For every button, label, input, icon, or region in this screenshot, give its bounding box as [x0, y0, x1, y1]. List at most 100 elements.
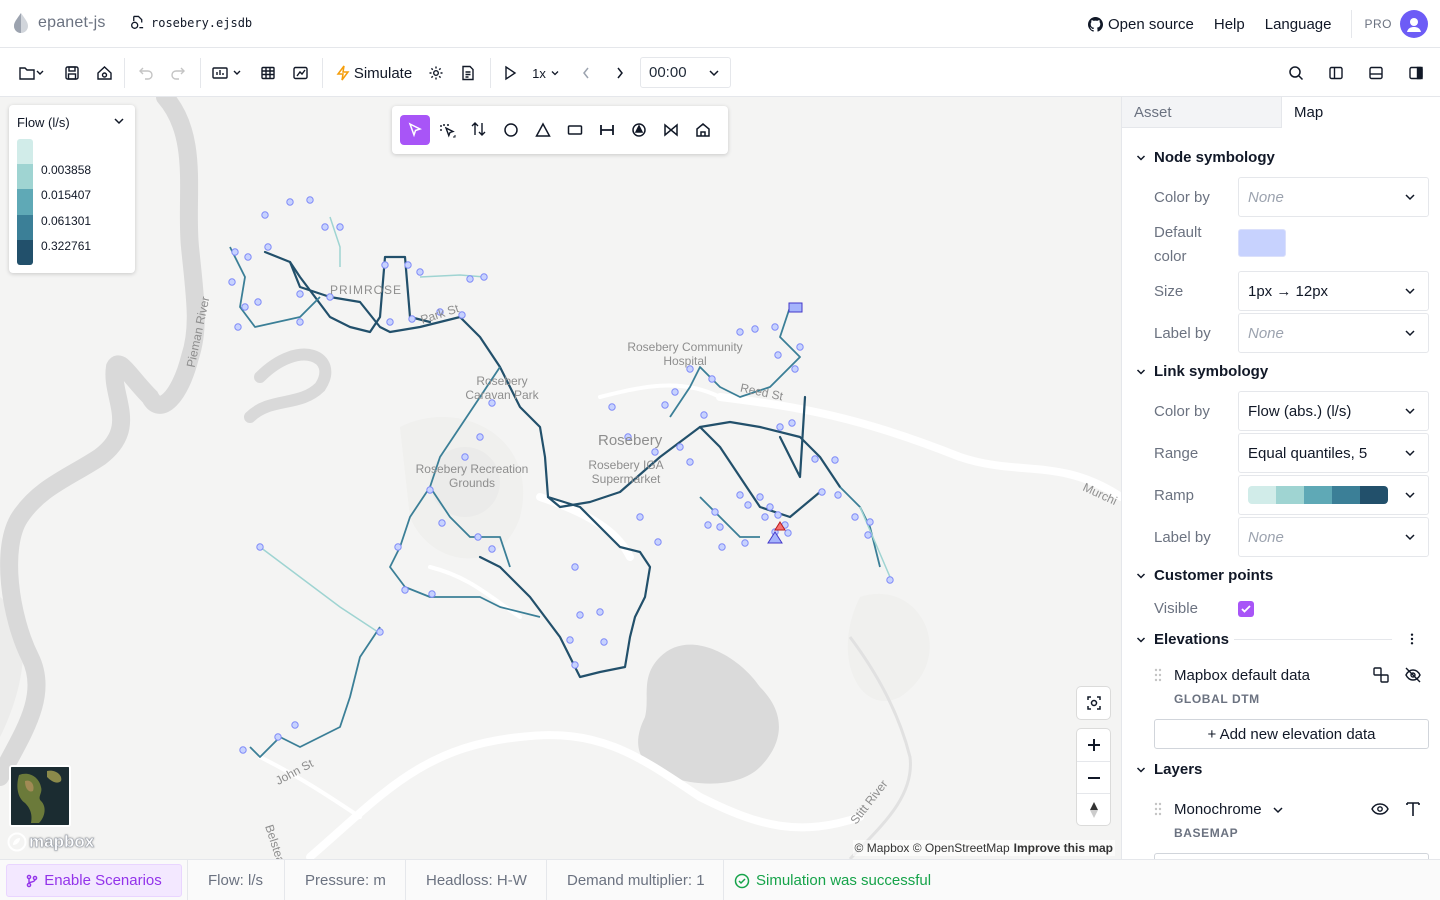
- node-label-by-select[interactable]: None: [1238, 313, 1429, 353]
- basemap-visibility-button[interactable]: [1370, 800, 1390, 821]
- simulate-button[interactable]: Simulate: [334, 60, 414, 86]
- customer-points-visible-label: Visible: [1154, 600, 1198, 617]
- legend-title: Flow (l/s): [17, 115, 70, 130]
- table-button[interactable]: [258, 60, 278, 86]
- mapbox-logo[interactable]: mapbox: [7, 832, 94, 852]
- node-size-select[interactable]: 1px → 12px: [1238, 271, 1429, 311]
- zoom-in-button[interactable]: [1077, 729, 1110, 761]
- legend-value: 0.015407: [41, 188, 92, 202]
- ramp-step: [1248, 486, 1276, 504]
- drag-handle-icon[interactable]: [1154, 668, 1162, 682]
- demand-multiplier-button[interactable]: Demand multiplier: 1: [546, 860, 723, 900]
- map-label-hospital: Rosebery Community Hospital: [627, 340, 743, 368]
- zoom-controls: [1077, 729, 1110, 825]
- link-symbology-header[interactable]: Link symbology: [1136, 363, 1268, 380]
- elevations-more-button[interactable]: [1408, 631, 1416, 647]
- chevron-down-icon: [1405, 330, 1415, 337]
- chevron-down-icon: [1405, 492, 1415, 499]
- drag-handle-icon[interactable]: [1154, 802, 1162, 816]
- open-source-link[interactable]: Open source: [1087, 16, 1194, 33]
- customer-points-visible-checkbox[interactable]: [1238, 601, 1254, 617]
- previous-step-button[interactable]: [576, 60, 596, 86]
- ramp-step: [1360, 486, 1388, 504]
- link-range-select[interactable]: Equal quantiles, 5: [1238, 433, 1429, 473]
- elevations-header[interactable]: Elevations: [1136, 631, 1229, 648]
- lightning-icon: [336, 65, 350, 81]
- select-tool[interactable]: [400, 115, 430, 145]
- redo-button[interactable]: [168, 60, 188, 86]
- basemap-labels-button[interactable]: [1405, 800, 1421, 821]
- search-button[interactable]: [1286, 60, 1306, 86]
- triangle-icon: [535, 122, 551, 137]
- elevation-disable-button[interactable]: [1404, 666, 1422, 687]
- pressure-units-button[interactable]: Pressure: m: [284, 860, 405, 900]
- import-button[interactable]: [210, 60, 244, 86]
- split-tool[interactable]: [464, 115, 494, 145]
- customer-point-tool[interactable]: [688, 115, 718, 145]
- geolocate-control[interactable]: [1077, 687, 1110, 719]
- mapbox-icon: [7, 832, 27, 852]
- right-panel-toggle[interactable]: [1406, 60, 1426, 86]
- layers-header[interactable]: Layers: [1136, 761, 1202, 778]
- enable-scenarios-button[interactable]: Enable Scenarios: [6, 864, 182, 897]
- speed-select[interactable]: 1x: [530, 60, 562, 86]
- valve-tool[interactable]: [656, 115, 686, 145]
- headloss-button[interactable]: Headloss: H-W: [405, 860, 546, 900]
- flow-units-button[interactable]: Flow: l/s: [187, 860, 284, 900]
- focus-button[interactable]: [1077, 687, 1110, 719]
- basemap-title: Monochrome: [1174, 801, 1262, 818]
- satellite-toggle[interactable]: [9, 765, 71, 827]
- reservoir-tool[interactable]: [528, 115, 558, 145]
- chevron-down-icon: [1136, 368, 1146, 375]
- eye-icon: [1371, 803, 1389, 815]
- report-button[interactable]: [458, 60, 478, 86]
- pro-badge: PRO: [1351, 10, 1392, 38]
- map-canvas[interactable]: PRIMROSE Park St Rosebery Community Hosp…: [0, 97, 1121, 859]
- link-ramp-select[interactable]: [1238, 475, 1429, 515]
- simulation-status[interactable]: Simulation was successful: [723, 860, 1023, 900]
- compass-button[interactable]: [1077, 793, 1110, 825]
- plus-icon: [1087, 739, 1100, 751]
- junction-tool[interactable]: [496, 115, 526, 145]
- link-label-by-select[interactable]: None: [1238, 517, 1429, 557]
- node-symbology-header[interactable]: Node symbology: [1136, 149, 1275, 166]
- add-elevation-data-button[interactable]: + Add new elevation data: [1154, 719, 1429, 749]
- simulation-settings-button[interactable]: [426, 60, 446, 86]
- next-step-button[interactable]: [610, 60, 630, 86]
- pump-tool[interactable]: [624, 115, 654, 145]
- legend-value: 0.061301: [41, 214, 92, 228]
- tab-asset[interactable]: Asset: [1122, 97, 1282, 128]
- time-select[interactable]: 00:00: [640, 57, 731, 88]
- tank-tool[interactable]: [560, 115, 590, 145]
- basemap-select[interactable]: Monochrome: [1174, 801, 1284, 818]
- language-menu[interactable]: Language: [1265, 16, 1332, 33]
- file-name[interactable]: rosebery.ejsdb: [130, 15, 252, 30]
- link-color-by-select[interactable]: Flow (abs.) (l/s): [1238, 391, 1429, 431]
- elevation-swap-button[interactable]: [1372, 666, 1390, 687]
- flow-legend[interactable]: Flow (l/s) 0.003858 0.015407 0.061301 0.…: [9, 105, 135, 273]
- play-button[interactable]: [500, 60, 520, 86]
- pipe-tool[interactable]: [592, 115, 622, 145]
- help-link[interactable]: Help: [1214, 16, 1245, 33]
- save-button[interactable]: [62, 60, 82, 86]
- bottom-panel-toggle[interactable]: [1366, 60, 1386, 86]
- save-cloud-button[interactable]: [94, 60, 114, 86]
- customer-points-header[interactable]: Customer points: [1136, 567, 1273, 584]
- chevron-down-icon: [1136, 154, 1146, 161]
- node-default-color-swatch[interactable]: [1238, 229, 1286, 257]
- left-panel-toggle[interactable]: [1326, 60, 1346, 86]
- user-avatar[interactable]: [1400, 10, 1428, 38]
- lasso-select-tool[interactable]: [432, 115, 462, 145]
- gear-icon: [429, 66, 443, 80]
- node-size-label: Size: [1154, 283, 1184, 300]
- app-logo[interactable]: epanet-js: [12, 12, 106, 34]
- tab-map[interactable]: Map: [1282, 97, 1440, 128]
- compare-button[interactable]: [290, 60, 310, 86]
- open-folder-button[interactable]: [14, 60, 48, 86]
- map-settings-panel: Asset Map Node symbology Color by None D…: [1121, 97, 1440, 859]
- chevron-down-icon[interactable]: [113, 117, 125, 125]
- zoom-out-button[interactable]: [1077, 761, 1110, 793]
- node-color-by-select[interactable]: None: [1238, 177, 1429, 217]
- improve-map-link[interactable]: Improve this map: [1014, 841, 1113, 855]
- undo-button[interactable]: [136, 60, 156, 86]
